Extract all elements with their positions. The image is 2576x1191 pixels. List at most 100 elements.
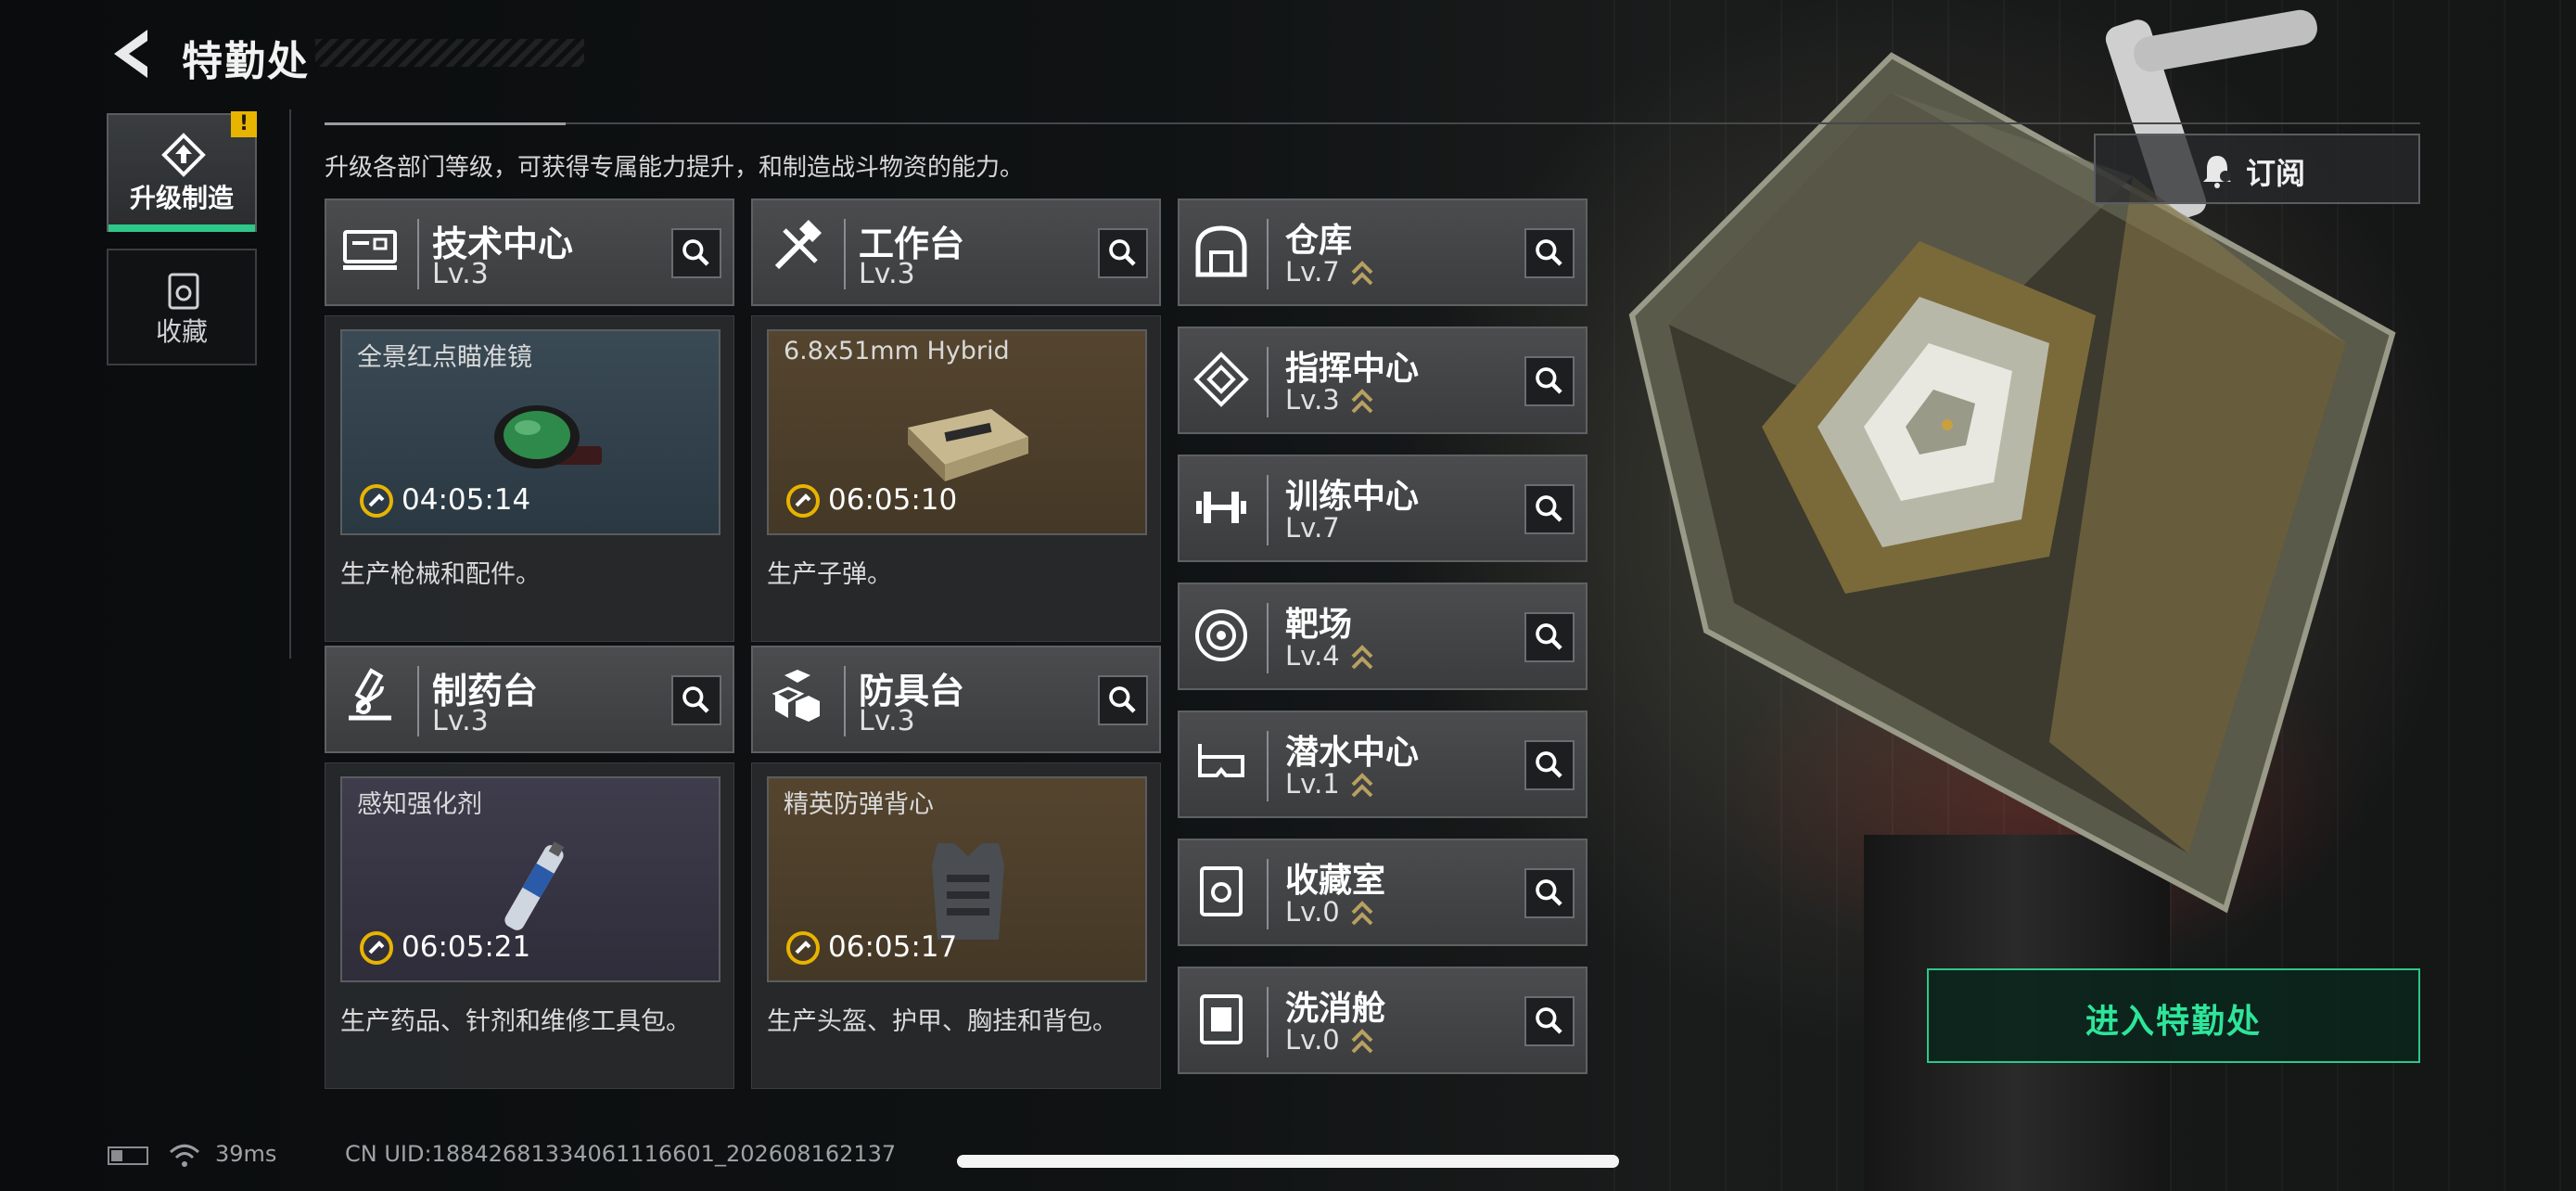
product-panel[interactable]: 全景红点瞄准镜 04:05:14 bbox=[340, 329, 721, 535]
search-icon[interactable] bbox=[1524, 484, 1575, 534]
craft-timer: 04:05:14 bbox=[402, 483, 531, 517]
enter-button-label: 进入特勤处 bbox=[2085, 1003, 2262, 1041]
upgrade-available-icon bbox=[1351, 1029, 1373, 1054]
product-panel[interactable]: 6.8x51mm Hybrid 06:05:10 bbox=[767, 329, 1147, 535]
card-level: Lv.3 bbox=[859, 258, 915, 290]
product-name: 6.8x51mm Hybrid bbox=[784, 337, 1010, 365]
tab-collection[interactable]: 收藏 bbox=[107, 249, 257, 365]
workbench-icon bbox=[774, 219, 823, 270]
card-header[interactable]: 防具台 Lv.3 bbox=[751, 646, 1161, 753]
search-icon[interactable] bbox=[1524, 612, 1575, 662]
page-description: 升级各部门等级，可获得专属能力提升，和制造战斗物资的能力。 bbox=[325, 154, 1025, 182]
row-name: 训练中心 bbox=[1285, 478, 1420, 516]
craft-timer: 06:05:17 bbox=[828, 930, 958, 964]
ping-readout: 39ms bbox=[215, 1141, 277, 1167]
title-decoration bbox=[315, 39, 584, 67]
product-name: 精英防弹背心 bbox=[784, 790, 934, 819]
home-indicator[interactable] bbox=[957, 1155, 1619, 1168]
row-name: 收藏室 bbox=[1285, 862, 1386, 900]
craft-timer: 06:05:10 bbox=[828, 483, 958, 517]
card-body: 6.8x51mm Hybrid 06:05:10 生产子弹。 bbox=[751, 315, 1161, 642]
product-name: 感知强化剂 bbox=[357, 790, 482, 819]
sidebar-divider bbox=[289, 109, 291, 659]
card-body: 感知强化剂 06:05:21 生产药品、针剂和维修工具包。 bbox=[325, 762, 734, 1089]
collection-room-icon bbox=[1200, 866, 1243, 916]
product-panel[interactable]: 感知强化剂 06:05:21 bbox=[340, 776, 721, 982]
row-command-center[interactable]: 指挥中心 Lv.3 bbox=[1178, 327, 1588, 434]
row-separator bbox=[1267, 987, 1269, 1057]
search-icon[interactable] bbox=[1098, 675, 1148, 725]
row-shooting-range[interactable]: 靶场 Lv.4 bbox=[1178, 583, 1588, 690]
header-divider bbox=[325, 122, 2420, 124]
card-body: 精英防弹背心 06:05:17 生产头盔、护甲、胸挂和背包。 bbox=[751, 762, 1161, 1089]
back-arrow-icon[interactable] bbox=[107, 26, 155, 82]
enter-special-ops-button[interactable]: 进入特勤处 bbox=[1927, 968, 2420, 1063]
craft-timer-icon bbox=[786, 931, 820, 965]
row-decontamination[interactable]: 洗消舱 Lv.0 bbox=[1178, 967, 1588, 1074]
upgrade-icon bbox=[161, 133, 206, 177]
row-separator bbox=[1267, 347, 1269, 417]
search-icon[interactable] bbox=[1098, 228, 1148, 278]
card-header[interactable]: 制药台 Lv.3 bbox=[325, 646, 734, 753]
upgrade-available-icon bbox=[1351, 773, 1373, 798]
craft-timer-icon bbox=[360, 484, 393, 518]
injector-image bbox=[504, 841, 565, 930]
row-diving-center[interactable]: 潜水中心 Lv.1 bbox=[1178, 711, 1588, 818]
row-level: Lv.7 bbox=[1285, 256, 1340, 288]
card-description: 生产子弹。 bbox=[767, 560, 892, 589]
row-collection-room[interactable]: 收藏室 Lv.0 bbox=[1178, 839, 1588, 946]
wifi-icon bbox=[169, 1144, 200, 1167]
row-training-center[interactable]: 训练中心 Lv.7 bbox=[1178, 455, 1588, 562]
decontamination-icon bbox=[1200, 994, 1243, 1044]
header-separator bbox=[417, 219, 419, 289]
row-name: 潜水中心 bbox=[1285, 734, 1420, 772]
search-icon[interactable] bbox=[1524, 996, 1575, 1046]
card-description: 生产头盔、护甲、胸挂和背包。 bbox=[767, 1007, 1117, 1036]
tab-selected-indicator bbox=[108, 224, 255, 232]
card-header[interactable]: 工作台 Lv.3 bbox=[751, 198, 1161, 306]
search-icon[interactable] bbox=[1524, 740, 1575, 790]
search-icon[interactable] bbox=[1524, 228, 1575, 278]
product-panel[interactable]: 精英防弹背心 06:05:17 bbox=[767, 776, 1147, 982]
red-dot-sight-image bbox=[494, 405, 602, 468]
craft-timer-icon bbox=[360, 931, 393, 965]
row-name: 指挥中心 bbox=[1285, 350, 1420, 388]
tab-label: 升级制造 bbox=[129, 183, 234, 213]
row-name: 洗消舱 bbox=[1285, 990, 1386, 1028]
warehouse-icon bbox=[1195, 225, 1247, 277]
row-level: Lv.7 bbox=[1285, 512, 1340, 544]
search-icon[interactable] bbox=[1524, 356, 1575, 406]
row-level: Lv.3 bbox=[1285, 384, 1340, 416]
search-icon[interactable] bbox=[671, 228, 721, 278]
upgrade-available-icon bbox=[1351, 645, 1373, 670]
ammo-box-image bbox=[908, 409, 1028, 481]
subscribe-button[interactable]: 订阅 bbox=[2094, 134, 2420, 204]
alert-badge: ! bbox=[231, 111, 257, 137]
row-separator bbox=[1267, 603, 1269, 673]
row-level: Lv.4 bbox=[1285, 640, 1340, 672]
upgrade-available-icon bbox=[1351, 261, 1373, 286]
row-warehouse[interactable]: 仓库 Lv.7 bbox=[1178, 198, 1588, 306]
row-separator bbox=[1267, 859, 1269, 929]
row-separator bbox=[1267, 219, 1269, 289]
tech-center-icon bbox=[343, 230, 397, 270]
header-separator bbox=[417, 666, 419, 736]
row-level: Lv.1 bbox=[1285, 768, 1340, 800]
collection-icon bbox=[168, 273, 199, 310]
training-center-icon bbox=[1196, 492, 1246, 523]
card-level: Lv.3 bbox=[432, 705, 489, 737]
card-header[interactable]: 技术中心 Lv.3 bbox=[325, 198, 734, 306]
search-icon[interactable] bbox=[1524, 868, 1575, 918]
product-name: 全景红点瞄准镜 bbox=[357, 343, 532, 372]
search-icon[interactable] bbox=[671, 675, 721, 725]
header-separator bbox=[844, 219, 846, 289]
page-title: 特勤处 bbox=[182, 38, 310, 85]
body-armor-image bbox=[932, 843, 1004, 940]
user-uid: CN UID:18842681334061116601_202608162137 bbox=[345, 1141, 897, 1167]
row-name: 仓库 bbox=[1285, 222, 1353, 260]
subscribe-label: 订阅 bbox=[2246, 156, 2306, 191]
upgrade-available-icon bbox=[1351, 389, 1373, 414]
command-center-icon bbox=[1193, 352, 1249, 407]
header-divider-highlight bbox=[325, 122, 566, 125]
craft-timer-icon bbox=[786, 484, 820, 518]
